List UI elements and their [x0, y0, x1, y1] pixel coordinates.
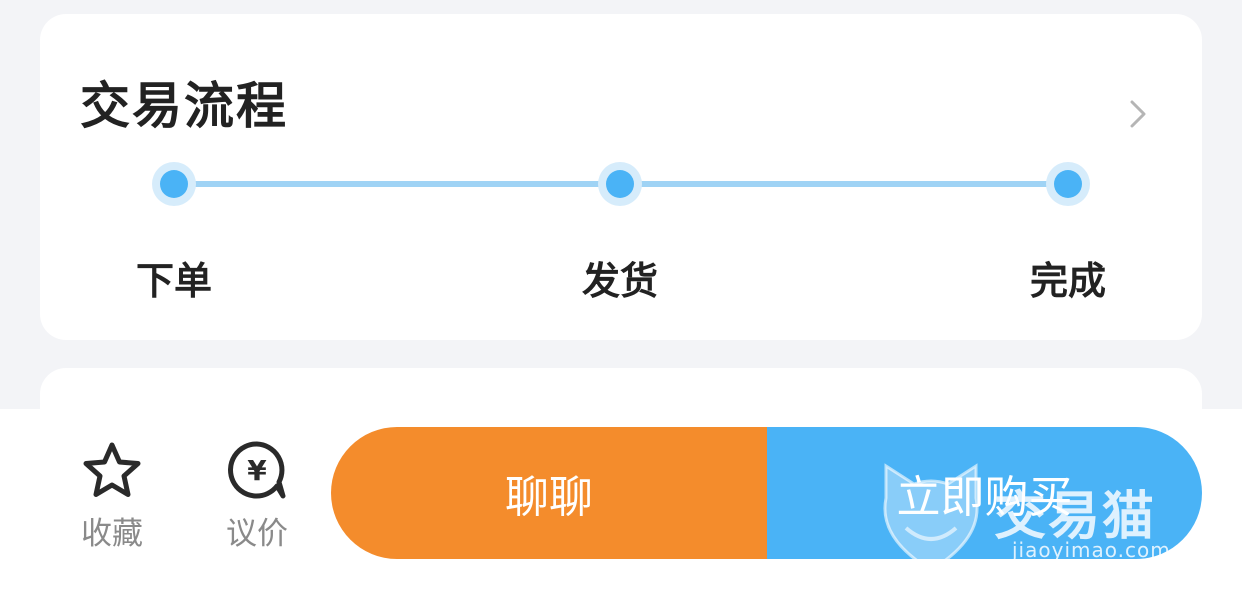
chat-button[interactable]: 聊聊 [331, 427, 767, 559]
step-node-order [152, 162, 196, 206]
step-label-ship: 发货 [581, 259, 658, 303]
step-node-ship [598, 162, 642, 206]
favorite-label: 收藏 [81, 516, 143, 552]
chevron-right-icon[interactable] [1122, 98, 1154, 130]
bargain-action[interactable]: ¥ 议价 [212, 440, 302, 553]
yen-chat-bubble-icon: ¥ [228, 441, 286, 499]
step-label-order: 下单 [135, 259, 212, 303]
star-icon [83, 442, 141, 497]
bargain-label: 议价 [226, 516, 288, 552]
buy-now-button[interactable]: 立即购买 [767, 427, 1202, 559]
card-title: 交易流程 [80, 77, 288, 135]
trade-flow-card[interactable]: 交易流程 下单 发货 完成 [40, 14, 1202, 340]
favorite-action[interactable]: 收藏 [67, 440, 157, 553]
step-label-complete: 完成 [1029, 259, 1106, 303]
step-node-complete [1046, 162, 1090, 206]
svg-text:¥: ¥ [247, 454, 267, 487]
